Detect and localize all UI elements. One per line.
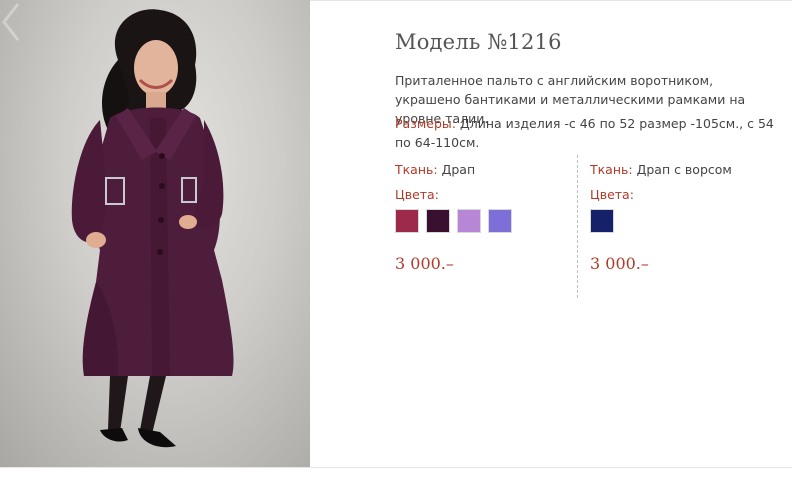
fabric-line: Ткань: Драп с ворсом <box>590 160 760 179</box>
variant-divider <box>577 155 578 298</box>
model-illustration <box>71 9 234 448</box>
fabric-label: Ткань: <box>590 162 633 177</box>
color-swatches <box>590 209 760 235</box>
colors-label: Цвета: <box>590 187 634 202</box>
bottom-divider <box>0 467 792 468</box>
variant-drap: Ткань: Драп Цвета: 3 000.– <box>395 160 565 273</box>
sizes-label: Размеры: <box>395 116 456 131</box>
color-swatch[interactable] <box>488 209 513 233</box>
fabric-value: Драп с ворсом <box>632 162 732 177</box>
fabric-label: Ткань: <box>395 162 438 177</box>
color-swatch[interactable] <box>426 209 451 233</box>
top-divider <box>310 0 792 1</box>
color-swatch[interactable] <box>590 209 614 233</box>
chevron-left-icon[interactable] <box>0 0 22 44</box>
fabric-line: Ткань: Драп <box>395 160 565 179</box>
color-swatch[interactable] <box>457 209 482 233</box>
product-sizes: Размеры: Длина изделия -с 46 по 52 разме… <box>395 114 775 152</box>
product-title: Модель №1216 <box>395 30 562 54</box>
color-swatches <box>395 209 565 235</box>
product-photo[interactable] <box>0 0 310 467</box>
price: 3 000.– <box>590 254 649 273</box>
variant-drap-vors: Ткань: Драп с ворсом Цвета: 3 000.– <box>590 160 760 273</box>
fabric-value: Драп <box>437 162 476 177</box>
price: 3 000.– <box>395 254 454 273</box>
color-swatch[interactable] <box>395 209 419 233</box>
colors-label: Цвета: <box>395 187 439 202</box>
